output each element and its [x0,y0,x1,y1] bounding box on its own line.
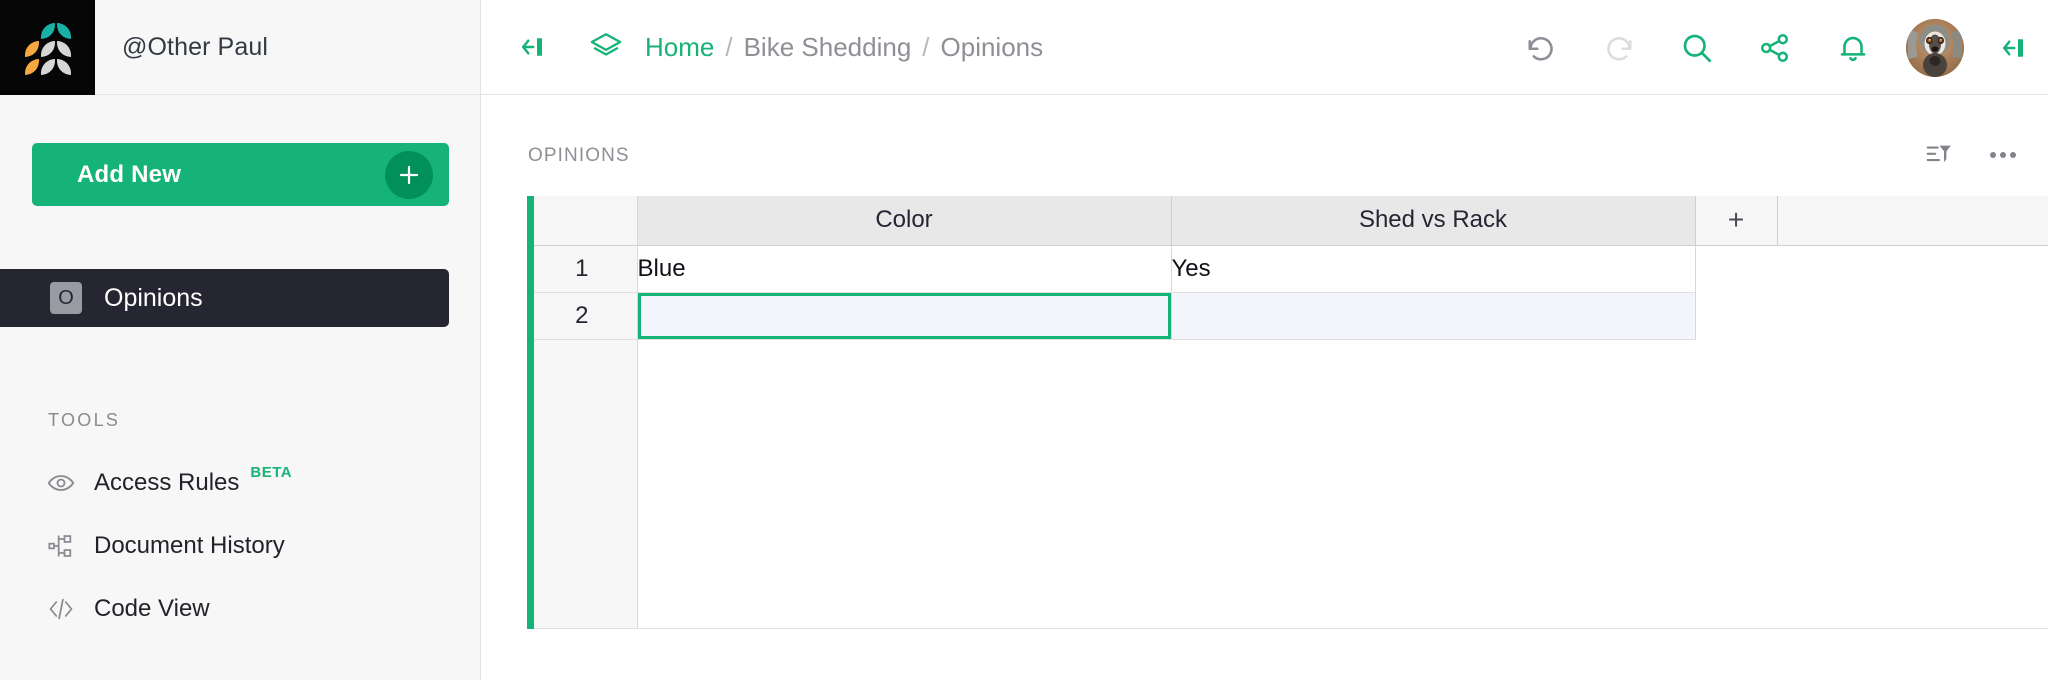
data-grid: Color Shed vs Rack + 1 Blue Yes 2 [527,196,2048,629]
grid-filler [1777,339,2048,629]
cell-filler [1777,245,2048,292]
search-icon[interactable] [1658,0,1736,95]
avatar[interactable] [1906,18,1964,77]
cell-filler [1695,245,1777,292]
collapse-left-icon[interactable] [517,32,547,62]
top-bar: Home / Bike Shedding / Opinions [481,0,2048,95]
top-bar-actions [1502,0,2048,95]
share-icon[interactable] [1736,0,1814,95]
table-row: 2 [527,292,2048,340]
grist-logo-icon [24,22,71,75]
plus-icon [385,150,433,199]
column-header-color[interactable]: Color [637,196,1172,246]
breadcrumb-separator: / [922,31,930,62]
grid-filler [1695,339,1777,629]
row-number[interactable]: 2 [527,292,638,340]
cell-color-1[interactable]: Blue [637,245,1172,293]
breadcrumb-separator: / [725,31,733,62]
grid-filler [637,339,1171,629]
main-area: Home / Bike Shedding / Opinions OPINIONS… [481,0,2048,680]
ellipsis-icon[interactable] [1988,149,2018,161]
eye-icon [40,469,82,497]
row-number[interactable]: 1 [527,245,638,293]
column-header-shed-vs-rack[interactable]: Shed vs Rack [1171,196,1696,246]
add-new-label: Add New [77,160,182,188]
grid-empty-area [527,339,2048,629]
sort-filter-icon[interactable] [1924,140,1954,170]
sidebar-item-opinions[interactable]: O Opinions [0,269,449,327]
page-title: OPINIONS [528,145,630,166]
tools-section-header: TOOLS [48,410,121,430]
app-logo[interactable] [0,0,95,95]
page-badge: O [50,282,82,314]
cell-filler [1695,292,1777,339]
grid-active-indicator [527,196,534,629]
add-column-button[interactable]: + [1695,196,1778,246]
bell-icon[interactable] [1814,0,1892,95]
sidebar-item-code-view[interactable]: Code View [40,588,440,630]
breadcrumb-doc[interactable]: Bike Shedding [744,32,912,63]
sidebar-header: @Other Paul [0,0,480,95]
redo-icon[interactable] [1580,0,1658,95]
sidebar-item-access-rules[interactable]: Access Rules BETA [40,462,440,504]
cell-shed-vs-rack-1[interactable]: Yes [1171,245,1696,293]
table-row: 1 Blue Yes [527,245,2048,293]
layers-icon[interactable] [589,30,623,64]
cell-filler [1777,292,2048,339]
add-new-button[interactable]: Add New [32,143,449,206]
breadcrumb: Home / Bike Shedding / Opinions [645,32,1043,63]
org-name[interactable]: @Other Paul [95,0,480,94]
row-number-header [527,196,638,246]
beta-badge: BETA [250,464,293,481]
cell-shed-vs-rack-2[interactable] [1171,292,1696,340]
undo-icon[interactable] [1502,0,1580,95]
code-icon [40,595,82,623]
cell-color-2[interactable] [637,292,1172,340]
sidebar-item-document-history[interactable]: Document History [40,525,440,567]
sidebar-item-label: Document History [94,532,285,559]
grid-header-filler [1777,196,2048,246]
grid-filler [1171,339,1695,629]
sidebar: @Other Paul Add New O Opinions TOOLS Acc… [0,0,481,680]
breadcrumb-home[interactable]: Home [645,32,714,63]
section-toolbar [1924,140,2018,170]
sidebar-item-label: Access Rules [94,469,240,496]
sidebar-item-label: Code View [94,595,210,622]
branch-icon [40,532,82,560]
collapse-right-icon[interactable] [1978,0,2048,95]
grid-header-row: Color Shed vs Rack + [527,196,2048,246]
app-root: @Other Paul Add New O Opinions TOOLS Acc… [0,0,2048,680]
breadcrumb-page[interactable]: Opinions [941,32,1044,63]
row-number-filler [527,339,638,629]
sidebar-item-label: Opinions [104,283,203,312]
